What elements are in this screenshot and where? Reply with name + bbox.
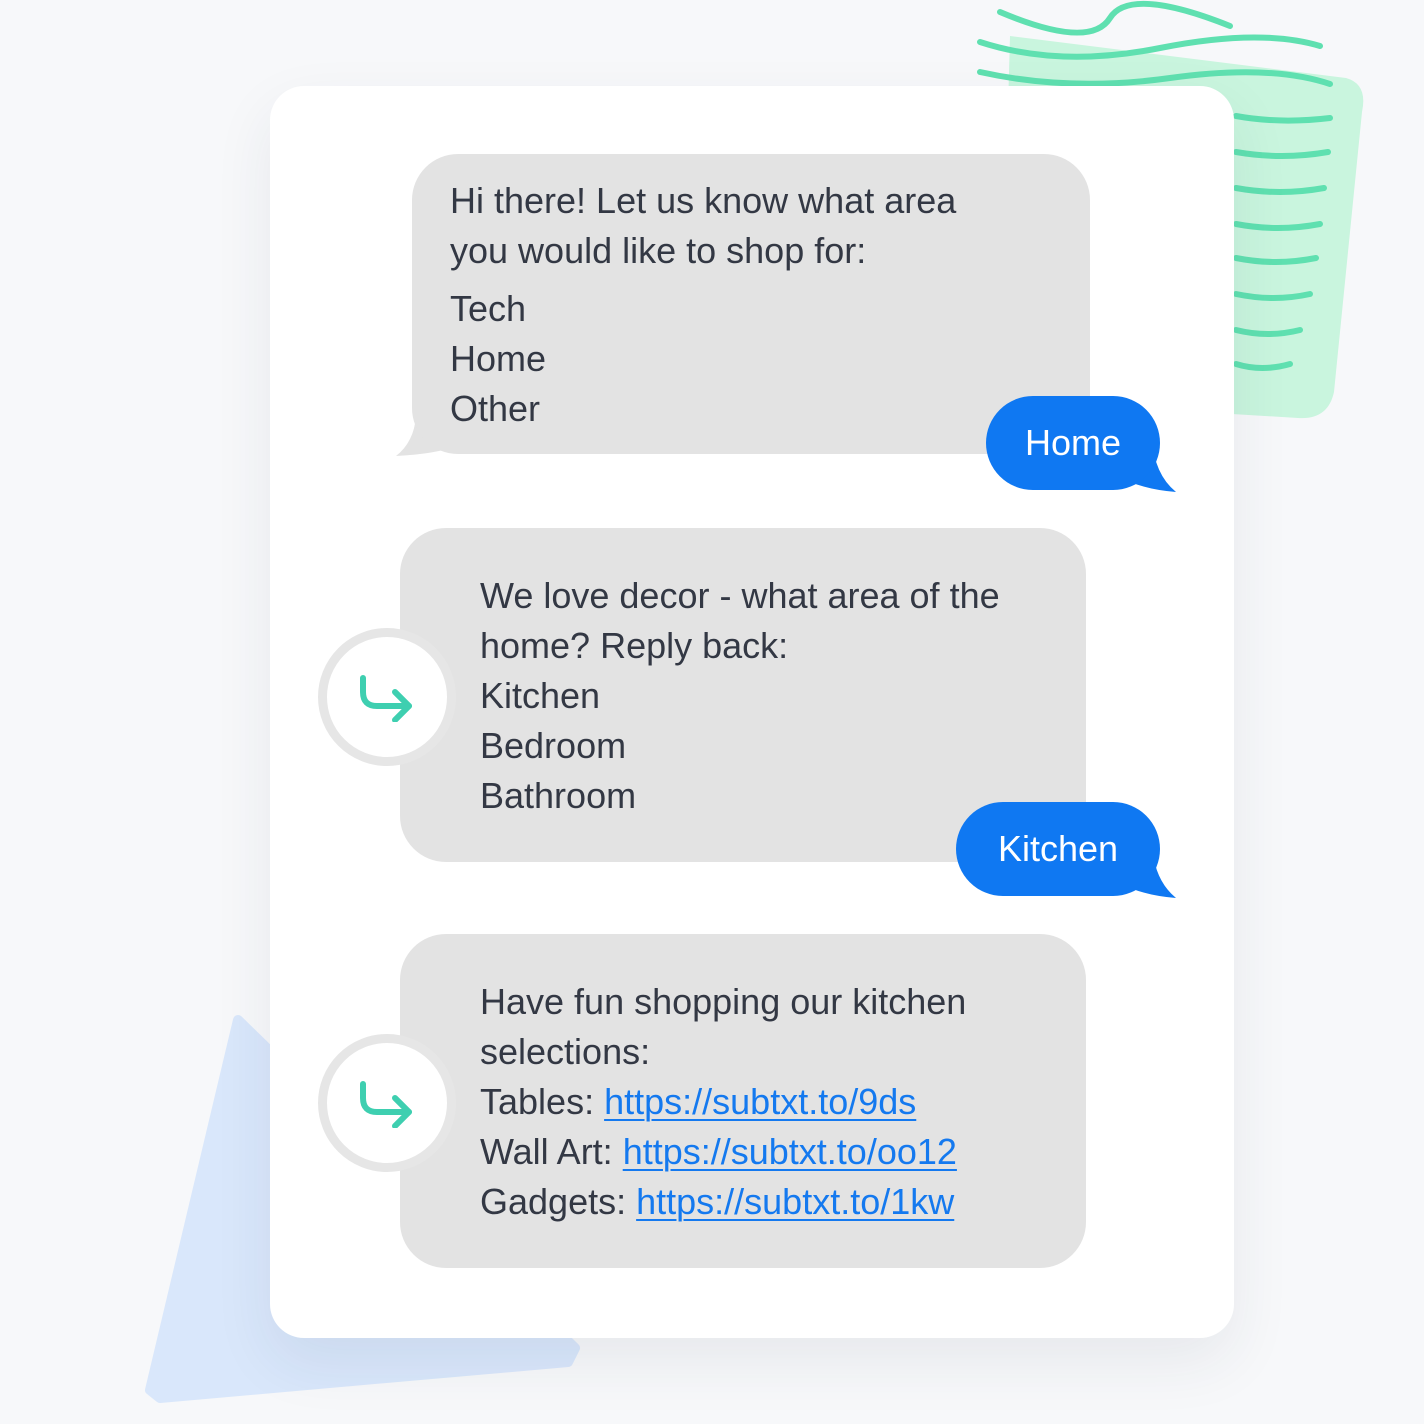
link-label-wall-art: Wall Art:	[480, 1131, 613, 1172]
option-other: Other	[450, 388, 541, 429]
outgoing-reply-1: Home	[986, 396, 1160, 490]
link-label-tables: Tables:	[480, 1081, 595, 1122]
link-row-gadgets: Gadgets: https://subtxt.to/1kw	[480, 1177, 1020, 1227]
incoming-message-3: Have fun shopping our kitchen selections…	[400, 934, 1086, 1268]
option-bathroom: Bathroom	[480, 775, 637, 816]
option-home: Home	[450, 338, 547, 379]
message-1-intro: Hi there! Let us know what area you woul…	[450, 180, 957, 271]
reply-2-text: Kitchen	[997, 828, 1119, 869]
stage: Hi there! Let us know what area you woul…	[0, 0, 1424, 1424]
reply-badge-2	[318, 1034, 456, 1172]
message-3-intro: Have fun shopping our kitchen selections…	[480, 981, 967, 1072]
option-kitchen: Kitchen	[480, 675, 601, 716]
link-tables[interactable]: https://subtxt.to/9ds	[604, 1081, 916, 1122]
link-label-gadgets: Gadgets:	[480, 1181, 627, 1222]
outgoing-reply-2: Kitchen	[956, 802, 1160, 896]
reply-1-text: Home	[1024, 422, 1122, 463]
incoming-message-2-text: We love decor - what area of the home? R…	[480, 571, 1040, 821]
reply-badge-1	[318, 628, 456, 766]
link-row-tables: Tables: https://subtxt.to/9ds	[480, 1077, 1020, 1127]
chat-card: Hi there! Let us know what area you woul…	[270, 86, 1234, 1338]
message-2-intro: We love decor - what area of the home? R…	[480, 575, 1000, 666]
incoming-message-1: Hi there! Let us know what area you woul…	[412, 154, 1090, 454]
message-1-options: Tech Home Other	[450, 284, 1010, 434]
reply-arrow-icon	[360, 675, 412, 722]
incoming-message-3-text: Have fun shopping our kitchen selections…	[480, 977, 1020, 1227]
link-wall-art[interactable]: https://subtxt.to/oo12	[623, 1131, 957, 1172]
link-gadgets[interactable]: https://subtxt.to/1kw	[636, 1181, 954, 1222]
option-tech: Tech	[450, 288, 527, 329]
link-row-wall-art: Wall Art: https://subtxt.to/oo12	[480, 1127, 1020, 1177]
incoming-message-1-text: Hi there! Let us know what area you woul…	[450, 176, 1010, 434]
reply-arrow-icon	[360, 1081, 412, 1128]
option-bedroom: Bedroom	[480, 725, 627, 766]
